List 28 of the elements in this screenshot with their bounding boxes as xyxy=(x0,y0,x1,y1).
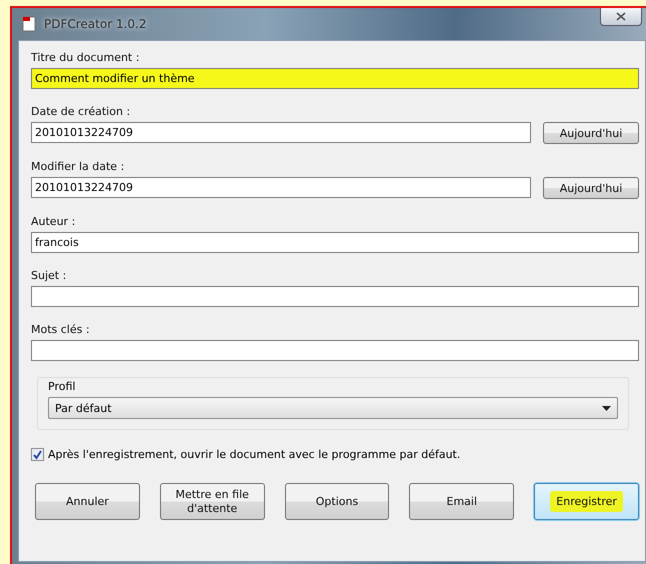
checkbox[interactable] xyxy=(31,448,44,461)
text-field[interactable]: 20101013224709 xyxy=(31,122,531,143)
text-field[interactable] xyxy=(31,340,639,361)
field-label: Date de création : xyxy=(31,105,132,118)
document-icon xyxy=(22,16,36,32)
today-button[interactable]: Aujourd'hui xyxy=(543,122,639,144)
close-icon xyxy=(616,12,626,21)
dialog-button[interactable]: Enregistrer xyxy=(534,483,639,520)
today-button[interactable]: Aujourd'hui xyxy=(543,177,639,199)
field-label: Titre du document : xyxy=(31,51,140,64)
text-field[interactable]: francois xyxy=(31,232,639,253)
text-field[interactable] xyxy=(31,286,639,307)
field-label: Sujet : xyxy=(31,269,68,282)
text-field[interactable]: 20101013224709 xyxy=(31,177,531,198)
checkbox-label: Après l'enregistrement, ouvrir le document avec le programme par défaut. xyxy=(48,448,460,461)
dialog-button[interactable]: Options xyxy=(284,483,390,520)
window-title: PDFCreator 1.0.2 xyxy=(44,17,146,31)
field-label: Auteur : xyxy=(31,215,76,228)
dropdown-arrow-icon xyxy=(602,406,611,410)
close-button[interactable] xyxy=(600,8,642,26)
dialog-button[interactable]: Email xyxy=(409,483,514,520)
field-label: Modifier la date : xyxy=(31,160,126,173)
text-field[interactable]: Comment modifier un thème xyxy=(31,68,639,89)
field-label: Mots clés : xyxy=(31,323,91,336)
profile-dropdown[interactable]: Par défaut xyxy=(48,397,618,419)
dialog-button[interactable]: Annuler xyxy=(35,483,140,520)
group-label: Profil xyxy=(48,380,76,393)
dialog-button[interactable]: Mettre en file d'attente xyxy=(160,483,265,520)
